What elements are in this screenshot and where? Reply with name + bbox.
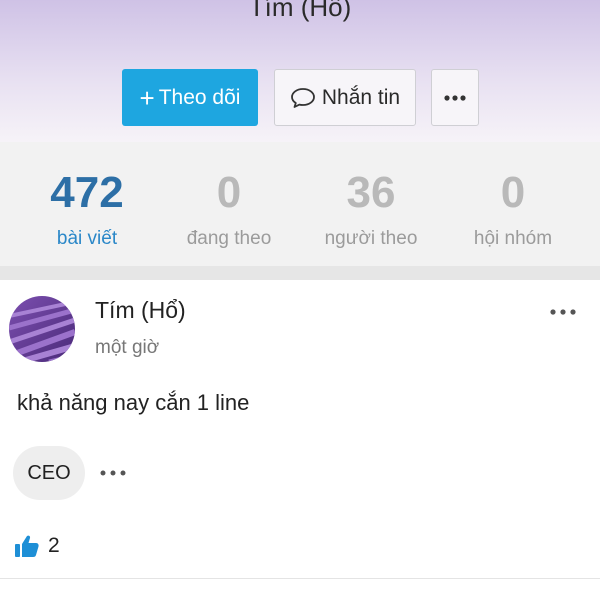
- stat-groups-value: 0: [500, 168, 526, 217]
- post-divider: [0, 578, 600, 579]
- more-horizontal-icon: [444, 94, 466, 101]
- profile-stats: 472 bài viết 0 đang theo 36 người theo 0…: [0, 142, 600, 266]
- stat-posts[interactable]: 472 bài viết: [12, 142, 162, 266]
- like-count: 2: [48, 534, 60, 557]
- message-label: Nhắn tin: [321, 85, 401, 109]
- avatar[interactable]: [9, 296, 75, 362]
- thumbs-up-icon: [15, 535, 39, 557]
- stat-groups-label: hội nhóm: [473, 228, 553, 249]
- profile-name: Tím (Hổ): [248, 0, 352, 22]
- post-author[interactable]: Tím (Hổ): [95, 297, 186, 324]
- more-horizontal-icon: [100, 470, 126, 476]
- like-button[interactable]: 2: [14, 534, 60, 558]
- stat-following-value: 0: [216, 168, 242, 217]
- stat-posts-label: bài viết: [56, 228, 118, 249]
- post-time: một giờ: [95, 337, 160, 358]
- stat-following[interactable]: 0 đang theo: [154, 142, 304, 266]
- follow-button[interactable]: + Theo dõi: [122, 69, 258, 126]
- chat-bubble-icon: [290, 87, 315, 108]
- profile-more-button[interactable]: [431, 69, 479, 126]
- profile-header: Tím (Hổ) + Theo dõi Nhắn tin: [0, 0, 600, 142]
- stat-followers[interactable]: 36 người theo: [296, 142, 446, 266]
- plus-icon: +: [139, 82, 155, 113]
- stat-followers-label: người theo: [324, 228, 418, 249]
- stat-followers-value: 36: [346, 168, 396, 217]
- follow-label: Theo dõi: [158, 85, 241, 109]
- stat-posts-value: 472: [50, 168, 124, 217]
- tag-more-button[interactable]: [95, 463, 131, 483]
- section-divider: [0, 266, 600, 280]
- stat-groups[interactable]: 0 hội nhóm: [438, 142, 588, 266]
- stat-following-label: đang theo: [186, 228, 272, 249]
- profile-page: Tím (Hổ) + Theo dõi Nhắn tin 472 bài viế…: [0, 0, 600, 600]
- more-horizontal-icon: [550, 309, 576, 315]
- post-more-button[interactable]: [543, 302, 583, 322]
- post-text: khả năng nay cắn 1 line: [17, 390, 250, 415]
- tag-chip[interactable]: CEO: [13, 446, 85, 500]
- message-button[interactable]: Nhắn tin: [274, 69, 416, 126]
